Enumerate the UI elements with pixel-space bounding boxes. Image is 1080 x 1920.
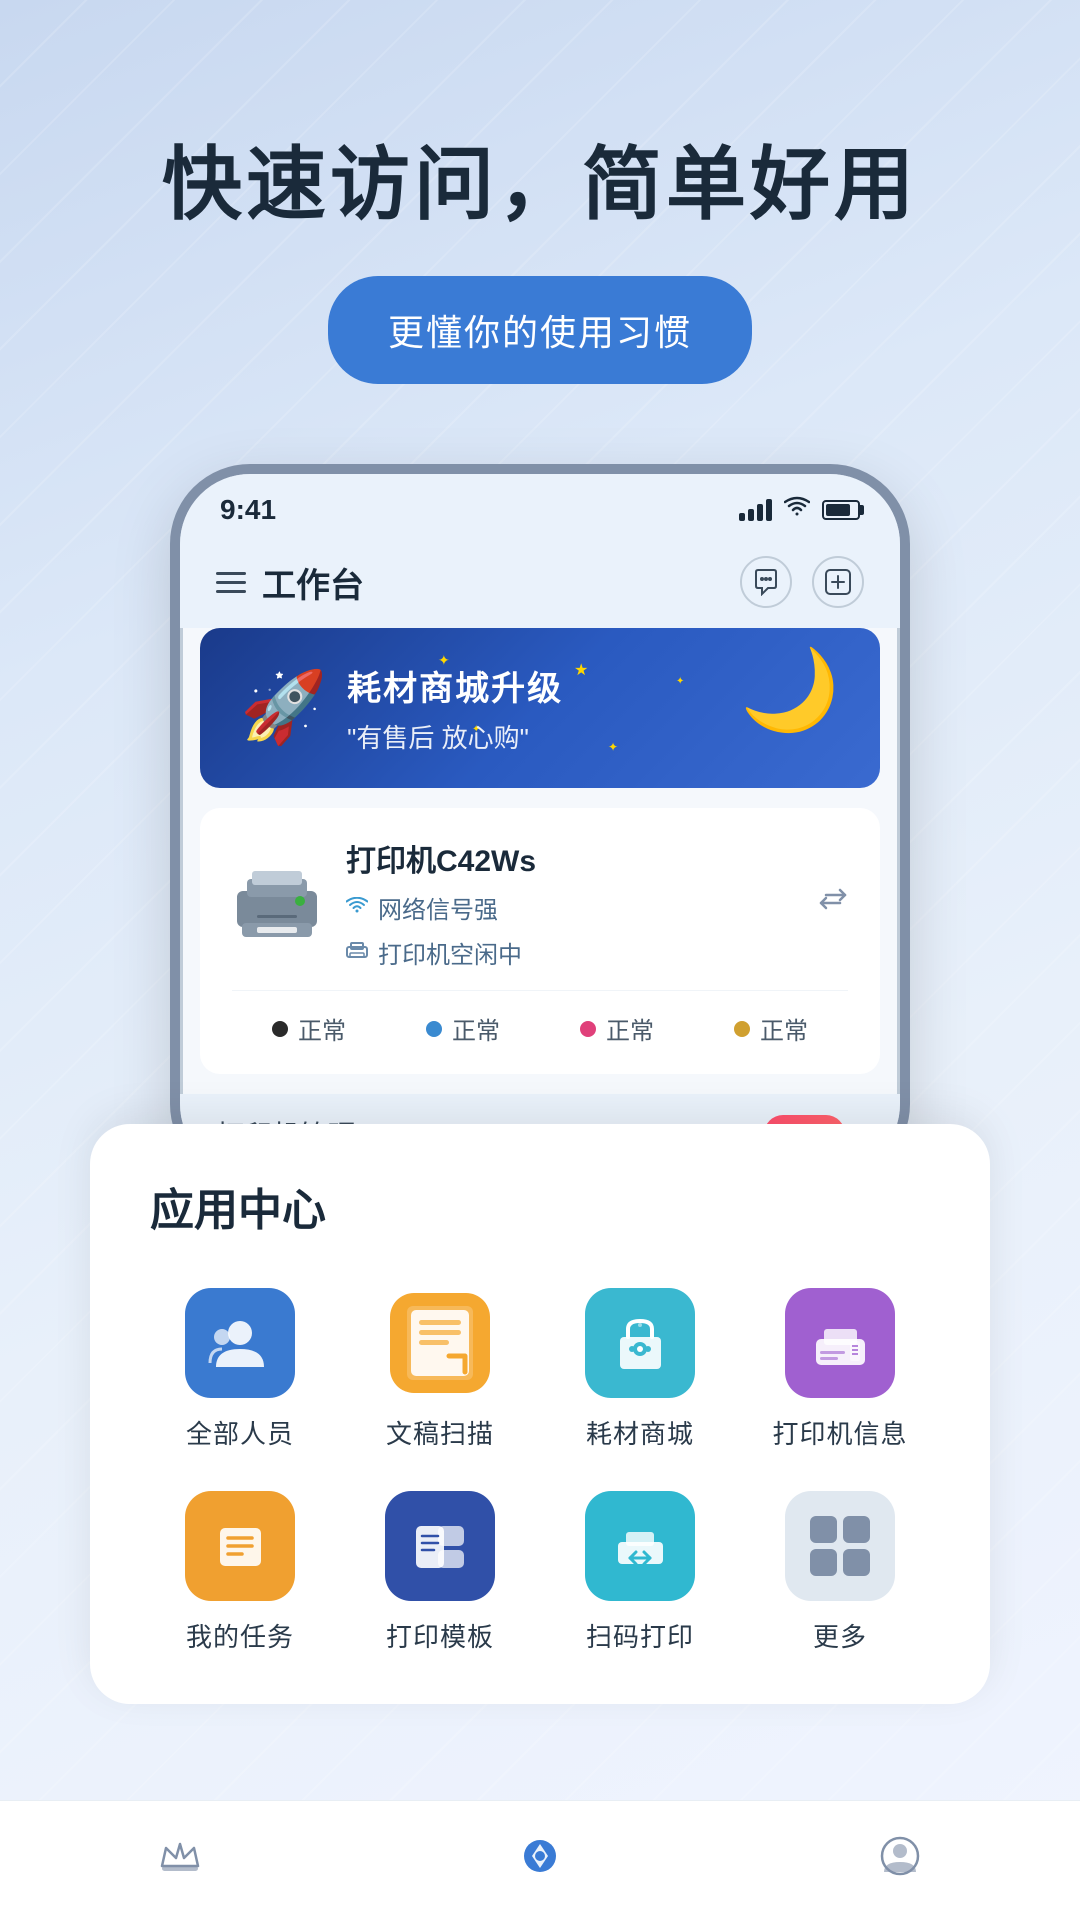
nav-item-apps[interactable] — [518, 1834, 562, 1888]
phone-mockup: 9:41 — [170, 464, 910, 1184]
person-circle-icon — [878, 1834, 922, 1888]
printer-switch-icon[interactable] — [818, 886, 848, 920]
ink-magenta: 正常 — [580, 1011, 654, 1046]
app-name-template: 打印模板 — [386, 1617, 494, 1654]
phone-frame: 9:41 — [170, 464, 910, 1184]
banner-subtitle: "有售后 放心购" — [347, 718, 840, 755]
battery-icon — [822, 500, 860, 520]
app-item-scan[interactable]: 文稿扫描 — [350, 1288, 530, 1451]
crown-icon — [158, 1836, 202, 1886]
app-item-tasks[interactable]: 我的任务 — [150, 1491, 330, 1654]
app-name-tasks: 我的任务 — [186, 1617, 294, 1654]
ink-dot-black — [272, 1021, 288, 1037]
printer-status-icon — [346, 941, 368, 964]
ink-dot-magenta — [580, 1021, 596, 1037]
app-header-left: 工作台 — [216, 558, 364, 607]
status-icons — [739, 496, 860, 525]
printer-network-status: 网络信号强 — [346, 890, 794, 925]
chat-button[interactable] — [740, 556, 792, 608]
printer-info-icon — [785, 1288, 895, 1398]
app-title: 工作台 — [262, 558, 364, 607]
signal-icon — [739, 499, 772, 521]
ink-black-label: 正常 — [298, 1011, 346, 1046]
add-button[interactable] — [812, 556, 864, 608]
wifi-status-icon — [346, 895, 368, 921]
app-name-shop: 耗材商城 — [586, 1414, 694, 1451]
ink-black: 正常 — [272, 1011, 346, 1046]
app-name-printer-info: 打印机信息 — [772, 1414, 907, 1451]
nav-item-profile[interactable] — [878, 1834, 922, 1888]
hero-title: 快速访问，简单好用 — [162, 120, 918, 236]
more-icon — [785, 1491, 895, 1601]
all-people-icon — [185, 1288, 295, 1398]
ink-yellow: 正常 — [734, 1011, 808, 1046]
ink-cyan-label: 正常 — [452, 1011, 500, 1046]
hero-section: 快速访问，简单好用 更懂你的使用习惯 — [0, 0, 1080, 444]
tasks-icon — [185, 1491, 295, 1601]
bottom-nav — [0, 1800, 1080, 1920]
template-icon — [385, 1491, 495, 1601]
more-grid — [810, 1516, 870, 1576]
ink-yellow-label: 正常 — [760, 1011, 808, 1046]
app-center: 应用中心 全部人员 — [90, 1124, 990, 1704]
status-bar: 9:41 — [180, 474, 900, 536]
app-name-qr-print: 扫码打印 — [586, 1617, 694, 1654]
printer-image — [232, 863, 322, 943]
app-item-printer-info[interactable]: 打印机信息 — [750, 1288, 930, 1451]
app-item-shop[interactable]: 耗材商城 — [550, 1288, 730, 1451]
printer-section: 打印机C42Ws 网络信号强 — [200, 808, 880, 1074]
app-item-more[interactable]: 更多 — [750, 1491, 930, 1654]
app-header: 工作台 — [180, 536, 900, 628]
ink-dot-cyan — [426, 1021, 442, 1037]
app-header-right — [740, 556, 864, 608]
hamburger-menu[interactable] — [216, 572, 246, 593]
printer-details: 打印机C42Ws 网络信号强 — [346, 836, 794, 970]
hero-cta-button[interactable]: 更懂你的使用习惯 — [328, 276, 752, 384]
app-item-qr-print[interactable]: 扫码打印 — [550, 1491, 730, 1654]
printer-name: 打印机C42Ws — [346, 836, 794, 880]
app-center-title: 应用中心 — [150, 1174, 930, 1238]
nav-item-workbench[interactable] — [158, 1836, 202, 1886]
page-container: 快速访问，简单好用 更懂你的使用习惯 9:41 — [0, 0, 1080, 1920]
scan-icon — [385, 1288, 495, 1398]
promo-banner[interactable]: ✦ ✦ ★ ✦ ✦ 🚀 耗材商城升级 "有售后 放心购" 🌙 — [200, 628, 880, 788]
banner-title: 耗材商城升级 — [347, 661, 840, 710]
status-time: 9:41 — [220, 494, 276, 526]
printer-print-status: 打印机空闲中 — [346, 935, 794, 970]
ink-cyan: 正常 — [426, 1011, 500, 1046]
app-grid: 全部人员 文稿扫描 — [150, 1288, 930, 1654]
ink-dot-yellow — [734, 1021, 750, 1037]
diamond-icon — [518, 1834, 562, 1888]
ink-magenta-label: 正常 — [606, 1011, 654, 1046]
qr-print-icon — [585, 1491, 695, 1601]
app-item-all-people[interactable]: 全部人员 — [150, 1288, 330, 1451]
wifi-icon — [784, 496, 810, 525]
app-name-scan: 文稿扫描 — [386, 1414, 494, 1451]
ink-levels: 正常 正常 正常 正常 — [232, 990, 848, 1046]
network-status-text: 网络信号强 — [378, 890, 498, 925]
shop-icon — [585, 1288, 695, 1398]
app-name-all-people: 全部人员 — [186, 1414, 294, 1451]
printer-info: 打印机C42Ws 网络信号强 — [232, 836, 848, 970]
app-name-more: 更多 — [813, 1617, 867, 1654]
banner-content: 耗材商城升级 "有售后 放心购" — [347, 661, 840, 755]
print-status-text: 打印机空闲中 — [378, 935, 522, 970]
app-item-template[interactable]: 打印模板 — [350, 1491, 530, 1654]
